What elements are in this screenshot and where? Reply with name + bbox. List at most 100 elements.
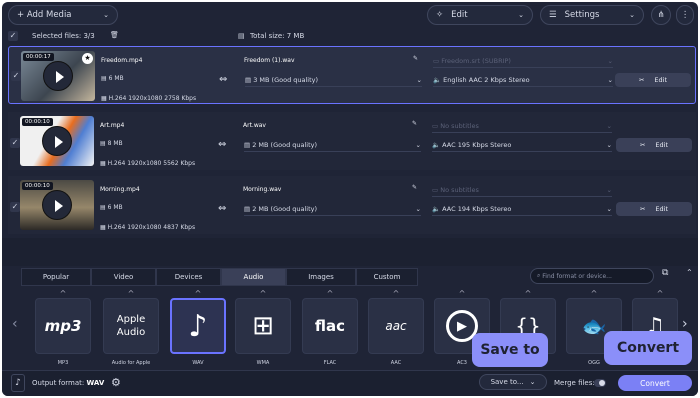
- caret-icon: ^: [656, 289, 664, 298]
- file-list-empty-area: [2, 238, 698, 266]
- save-to-callout: Save to: [472, 333, 548, 367]
- caret-icon: ^: [590, 289, 598, 298]
- quality-select[interactable]: ▤ 2 MB (Good quality) ⌄: [244, 202, 421, 216]
- tab-audio[interactable]: Audio: [221, 268, 286, 286]
- subtitle-select[interactable]: ▭ No subtitles ⌄: [432, 119, 612, 133]
- video-thumbnail[interactable]: 00:00:17 ★: [21, 51, 95, 101]
- add-media-button[interactable]: + Add Media ⌄: [8, 5, 118, 25]
- merge-files-label: Merge files:: [554, 379, 595, 387]
- selected-files-label: Selected files: 3/3: [32, 32, 95, 40]
- pencil-icon[interactable]: ✎: [413, 55, 418, 62]
- format-settings-icon[interactable]: ⧉: [662, 268, 668, 278]
- pencil-icon[interactable]: ✎: [412, 120, 417, 127]
- more-icon: ⋮: [680, 10, 690, 20]
- row-checkbox[interactable]: ✓: [10, 138, 20, 148]
- collapse-icon[interactable]: ⌃: [686, 268, 693, 277]
- format-wma-card[interactable]: ⊞: [235, 298, 291, 354]
- format-apple-card[interactable]: Apple Audio: [103, 298, 159, 354]
- gear-icon[interactable]: ⚙: [111, 376, 121, 389]
- carousel-left-icon[interactable]: ‹: [12, 316, 18, 332]
- trash-icon[interactable]: 🗑: [110, 31, 119, 39]
- chevron-down-icon: ⌄: [629, 11, 635, 19]
- convert-arrows-icon: ⇔: [218, 203, 227, 214]
- convert-callout: Convert: [604, 331, 692, 365]
- edit-button[interactable]: ✂ Edit: [616, 202, 692, 216]
- file-icon: ▤: [101, 75, 107, 82]
- format-flac-card[interactable]: flac: [302, 298, 358, 354]
- format-mp3-card[interactable]: mp3: [35, 298, 91, 354]
- merge-toggle[interactable]: [594, 379, 606, 387]
- scissors-icon: ✂: [639, 141, 646, 149]
- convert-button[interactable]: Convert: [618, 375, 692, 391]
- output-format-icon: ♪: [11, 374, 25, 392]
- quality-select[interactable]: ▤ 3 MB (Good quality) ⌄: [245, 73, 422, 87]
- speaker-icon: 🔈: [432, 204, 443, 213]
- chevron-down-icon: ⌄: [607, 56, 613, 65]
- edit-dropdown[interactable]: ✧ Edit ⌄: [427, 5, 533, 25]
- quality-select[interactable]: ▤ 2 MB (Good quality) ⌄: [244, 138, 421, 152]
- row-checkbox[interactable]: ✓: [11, 71, 21, 81]
- caret-icon: ^: [326, 289, 334, 298]
- edit-button[interactable]: ✂ Edit: [616, 138, 692, 152]
- file-icon: ▤: [244, 204, 253, 213]
- format-wav-card[interactable]: ♪: [170, 298, 226, 354]
- star-icon[interactable]: ★: [82, 53, 93, 64]
- subtitle-icon: ▭: [432, 121, 441, 130]
- chevron-down-icon: ⌄: [416, 75, 422, 84]
- select-all-checkbox[interactable]: ✓: [8, 31, 18, 41]
- chevron-down-icon: ⌄: [607, 75, 613, 84]
- file-icon: ▤: [245, 75, 254, 84]
- chevron-down-icon: ⌄: [606, 185, 612, 194]
- caret-icon: ^: [59, 289, 67, 298]
- speaker-icon: 🔈: [432, 140, 443, 149]
- format-aac-card[interactable]: aac: [368, 298, 424, 354]
- wand-icon: ✧: [436, 10, 444, 20]
- file-row[interactable]: ✓ 00:00:10 Art.mp4 ▤ 8 MB ▦ H.264 1920x1…: [8, 112, 696, 170]
- convert-arrows-icon: ⇔: [218, 139, 227, 150]
- speaker-icon: 🔈: [433, 75, 444, 84]
- subtitle-select[interactable]: ▭ No subtitles ⌄: [432, 183, 612, 197]
- caret-icon: ^: [194, 289, 202, 298]
- scissors-icon: ✂: [638, 76, 645, 84]
- settings-dropdown[interactable]: ☰ Settings ⌄: [540, 5, 644, 25]
- tab-custom[interactable]: Custom: [356, 268, 418, 286]
- audio-track-select[interactable]: 🔈 AAC 194 Kbps Stereo ⌄: [432, 202, 612, 216]
- play-icon[interactable]: [42, 190, 72, 220]
- format-search-input[interactable]: ⌕ Find format or device...: [530, 268, 654, 284]
- play-icon[interactable]: [42, 126, 72, 156]
- film-icon: ▦: [100, 224, 106, 231]
- tab-devices[interactable]: Devices: [156, 268, 221, 286]
- caret-icon: ^: [259, 289, 267, 298]
- video-thumbnail[interactable]: 00:00:10: [20, 116, 94, 166]
- file-row[interactable]: ✓ 00:00:17 ★ Freedom.mp4 ▤ 6 MB ▦ H.264 …: [8, 46, 696, 104]
- chevron-down-icon: ⌄: [518, 11, 524, 19]
- share-icon: ⋔: [657, 10, 665, 20]
- share-button[interactable]: ⋔: [651, 5, 671, 25]
- file-icon: ▤: [100, 140, 106, 147]
- chevron-down-icon: ⌄: [606, 140, 612, 149]
- subtitle-icon: ▭: [433, 56, 442, 65]
- file-row[interactable]: ✓ 00:00:10 Morning.mp4 ▤ 6 MB ▦ H.264 19…: [8, 176, 696, 234]
- subtitle-select[interactable]: ▭ Freedom.srt (SUBRIP) ⌄: [433, 54, 613, 68]
- video-thumbnail[interactable]: 00:00:10: [20, 180, 94, 230]
- app-window: + Add Media ⌄ ✧ Edit ⌄ ☰ Settings ⌄ ⋔ ⋮ ✓ Sel…: [2, 2, 698, 396]
- scissors-icon: ✂: [639, 205, 646, 213]
- total-size-label: ▤ Total size: 7 MB: [238, 32, 305, 40]
- carousel-right-icon[interactable]: ›: [682, 316, 688, 332]
- row-checkbox[interactable]: ✓: [10, 202, 20, 212]
- save-to-button[interactable]: Save to... ⌄: [479, 374, 547, 390]
- play-icon[interactable]: [43, 61, 73, 91]
- tab-popular[interactable]: Popular: [21, 268, 91, 286]
- pencil-icon[interactable]: ✎: [412, 184, 417, 191]
- caret-icon: ^: [524, 289, 532, 298]
- audio-track-select[interactable]: 🔈 English AAC 2 Kbps Stereo ⌄: [433, 73, 613, 87]
- caret-icon: ^: [127, 289, 135, 298]
- tab-video[interactable]: Video: [91, 268, 156, 286]
- chevron-down-icon: ⌄: [415, 204, 421, 213]
- edit-button[interactable]: ✂ Edit: [615, 73, 691, 87]
- chevron-down-icon: ⌄: [606, 121, 612, 130]
- sliders-icon: ☰: [549, 10, 557, 20]
- audio-track-select[interactable]: 🔈 AAC 195 Kbps Stereo ⌄: [432, 138, 612, 152]
- more-button[interactable]: ⋮: [676, 5, 694, 25]
- tab-images[interactable]: Images: [286, 268, 356, 286]
